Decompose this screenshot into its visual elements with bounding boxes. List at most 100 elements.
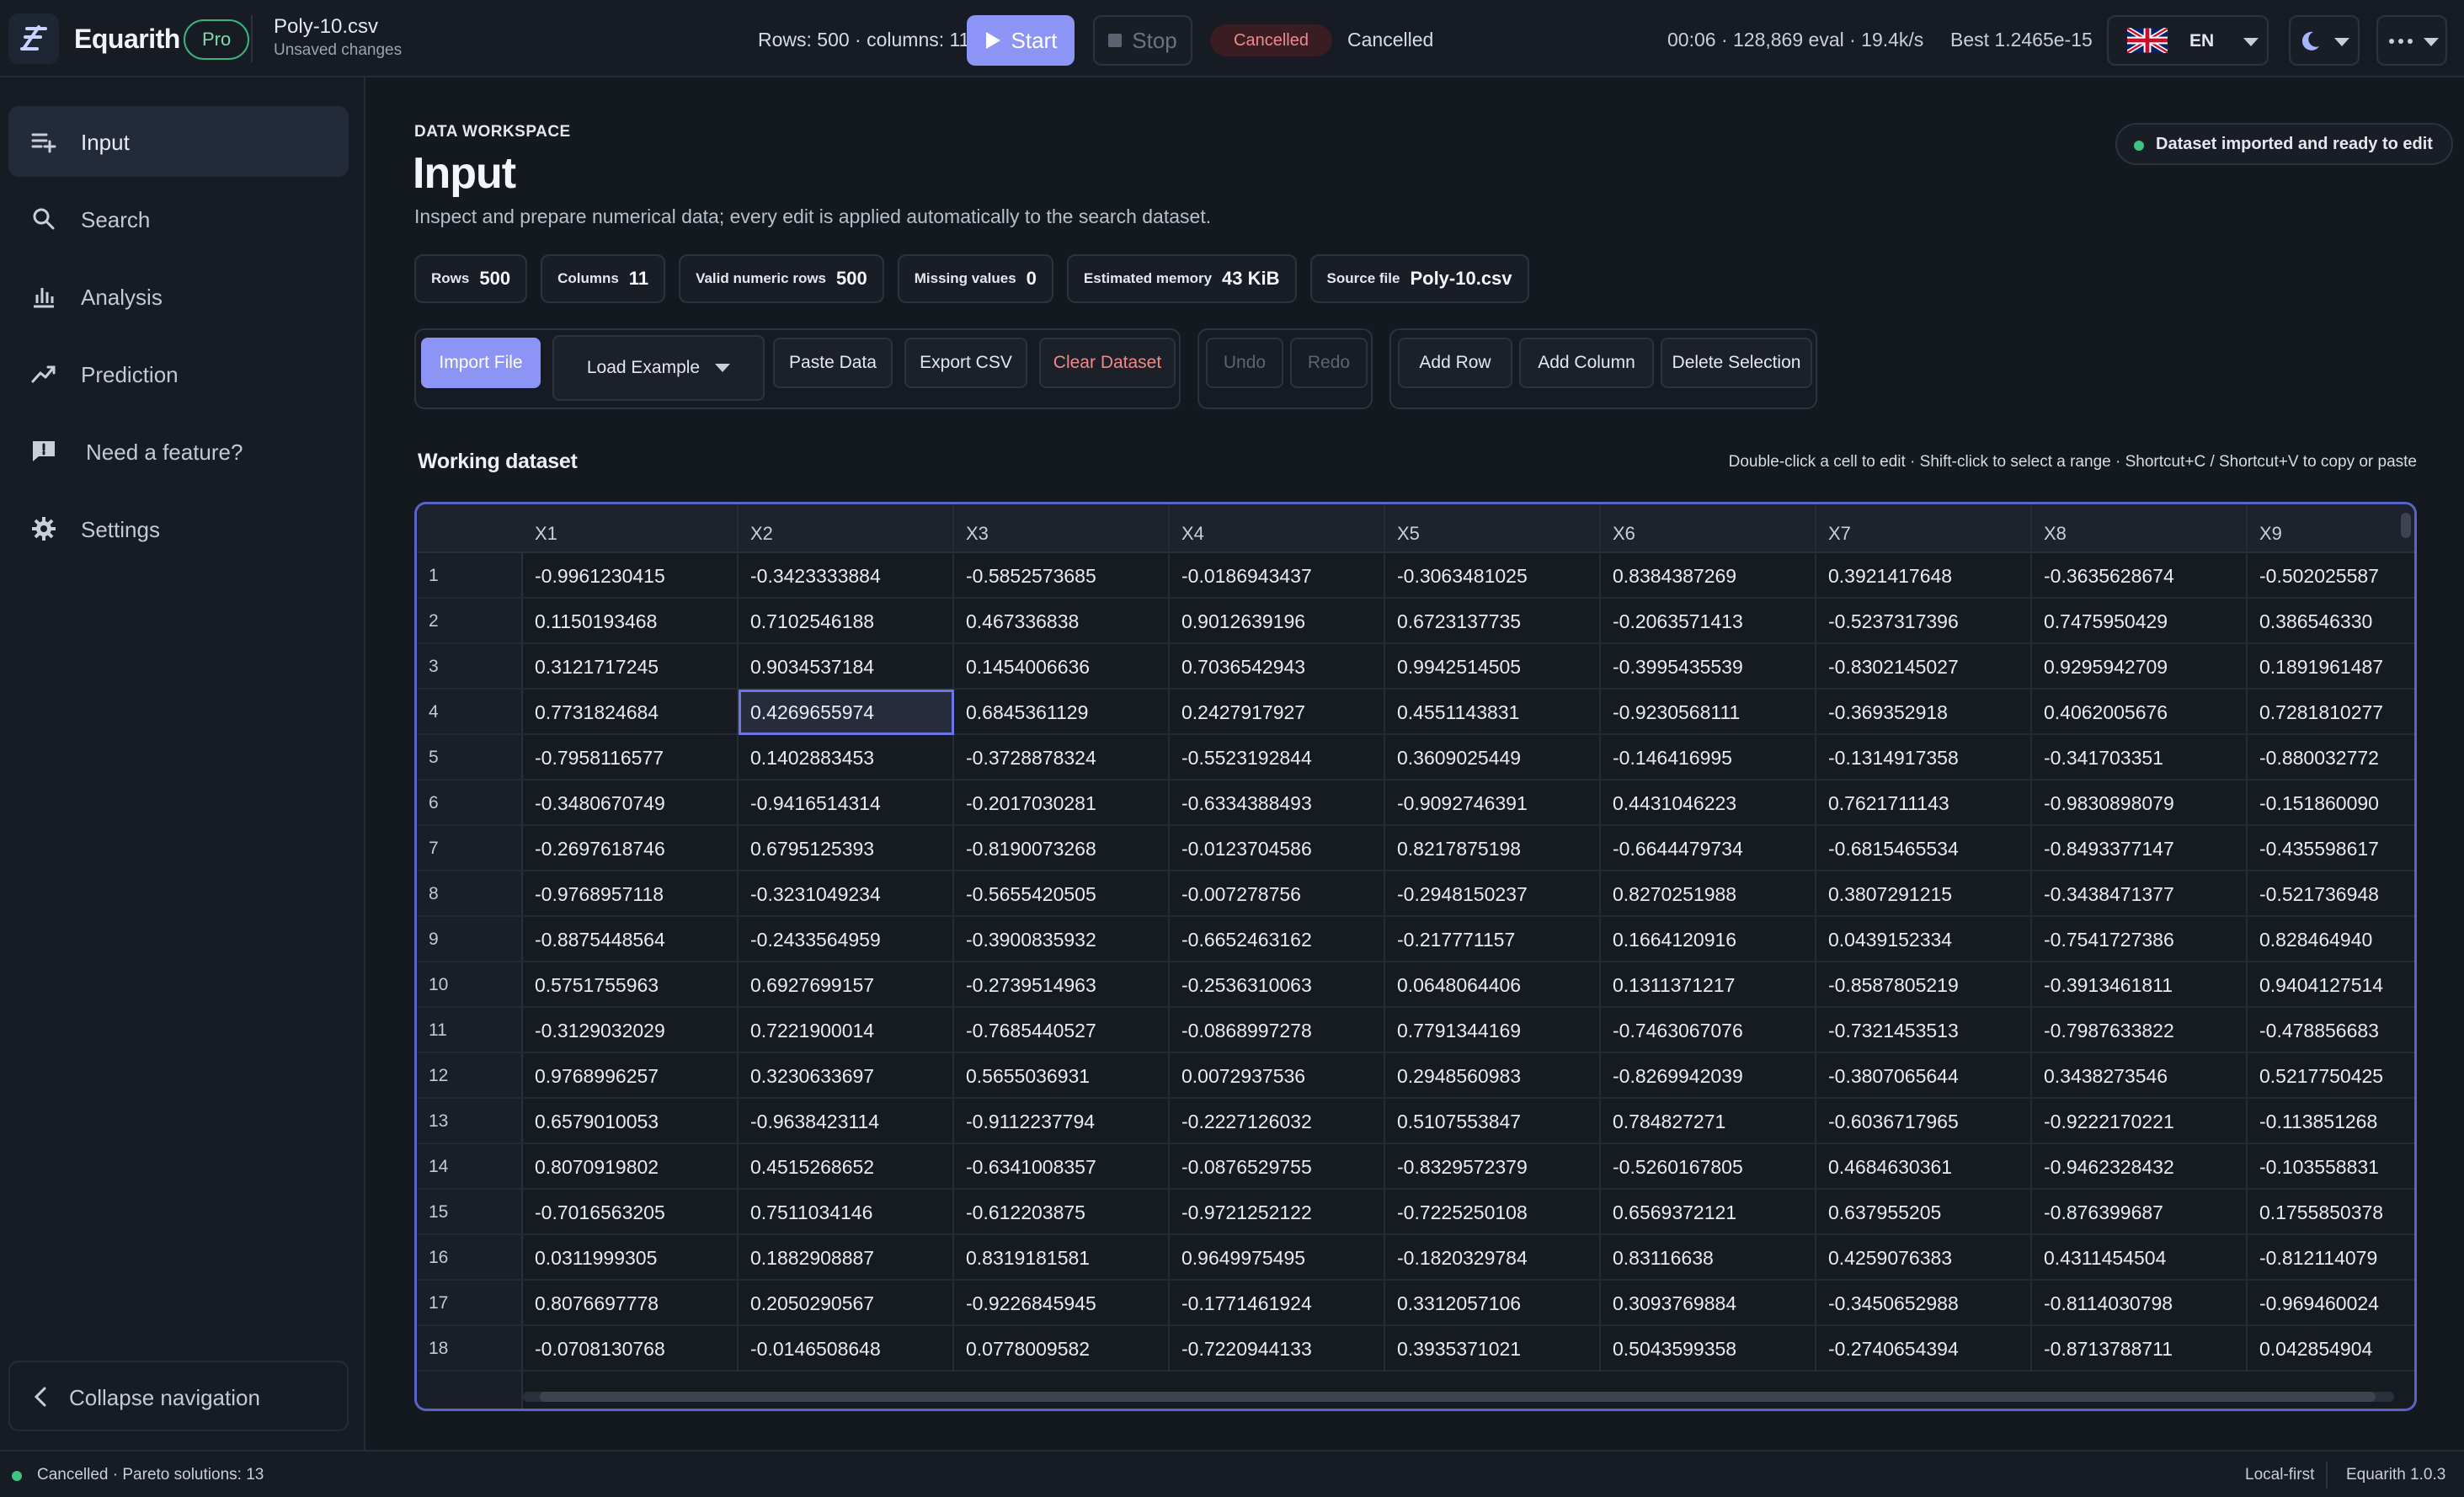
table-cell[interactable]: 0.4431046223 [1601, 780, 1816, 826]
sidebar-item-input[interactable]: Input [8, 106, 349, 177]
table-cell[interactable]: -0.9768957118 [523, 871, 739, 917]
row-number[interactable]: 8 [417, 871, 523, 917]
table-cell[interactable]: -0.0123704586 [1170, 826, 1385, 871]
table-cell[interactable]: 0.4269655974 [739, 690, 954, 735]
table-cell[interactable]: 0.3121717245 [523, 644, 739, 690]
table-cell[interactable]: -0.521736948 [2248, 871, 2414, 917]
table-cell[interactable]: 0.5217750425 [2248, 1053, 2414, 1099]
table-cell[interactable]: -0.0146508648 [739, 1326, 954, 1372]
table-cell[interactable]: -0.8875448564 [523, 917, 739, 962]
table-cell[interactable]: -0.2227126032 [1170, 1099, 1385, 1144]
row-number[interactable]: 18 [417, 1326, 523, 1372]
table-cell[interactable]: 0.4311454504 [2032, 1235, 2248, 1281]
table-cell[interactable]: -0.9230568111 [1601, 690, 1816, 735]
table-cell[interactable]: -0.5655420505 [954, 871, 1170, 917]
column-header[interactable]: X2 [739, 504, 954, 553]
column-header[interactable]: X4 [1170, 504, 1385, 553]
table-cell[interactable]: 0.7621711143 [1816, 780, 2032, 826]
table-cell[interactable]: -0.3450652988 [1816, 1281, 2032, 1326]
table-cell[interactable]: -0.7958116577 [523, 735, 739, 780]
table-cell[interactable]: -0.9092746391 [1385, 780, 1601, 826]
redo-button[interactable]: Redo [1290, 338, 1368, 388]
table-cell[interactable]: -0.2739514963 [954, 962, 1170, 1008]
table-cell[interactable]: -0.7220944133 [1170, 1326, 1385, 1372]
table-cell[interactable]: 0.6927699157 [739, 962, 954, 1008]
table-cell[interactable]: -0.9226845945 [954, 1281, 1170, 1326]
table-cell[interactable]: 0.7281810277 [2248, 690, 2414, 735]
table-cell[interactable]: 0.8076697778 [523, 1281, 739, 1326]
table-cell[interactable]: -0.151860090 [2248, 780, 2414, 826]
table-cell[interactable]: 0.3921417648 [1816, 553, 2032, 599]
add-row-button[interactable]: Add Row [1398, 338, 1512, 388]
row-number[interactable]: 6 [417, 780, 523, 826]
table-cell[interactable]: 0.6579010053 [523, 1099, 739, 1144]
table-cell[interactable]: 0.2050290567 [739, 1281, 954, 1326]
table-cell[interactable]: -0.8302145027 [1816, 644, 2032, 690]
table-cell[interactable]: 0.1891961487 [2248, 644, 2414, 690]
table-cell[interactable]: 0.9942514505 [1385, 644, 1601, 690]
table-cell[interactable]: -0.3807065644 [1816, 1053, 2032, 1099]
delete-selection-button[interactable]: Delete Selection [1661, 338, 1812, 388]
table-cell[interactable]: -0.969460024 [2248, 1281, 2414, 1326]
table-cell[interactable]: -0.478856683 [2248, 1008, 2414, 1053]
export-csv-button[interactable]: Export CSV [904, 338, 1027, 388]
table-cell[interactable]: 0.2948560983 [1385, 1053, 1601, 1099]
table-cell[interactable]: 0.1664120916 [1601, 917, 1816, 962]
table-cell[interactable]: 0.8319181581 [954, 1235, 1170, 1281]
table-cell[interactable]: -0.2433564959 [739, 917, 954, 962]
table-cell[interactable]: 0.3312057106 [1385, 1281, 1601, 1326]
table-cell[interactable]: 0.4684630361 [1816, 1144, 2032, 1190]
table-cell[interactable]: 0.3935371021 [1385, 1326, 1601, 1372]
load-example-dropdown[interactable]: Load Example [552, 335, 765, 401]
table-cell[interactable]: -0.7225250108 [1385, 1190, 1601, 1235]
table-cell[interactable]: -0.3995435539 [1601, 644, 1816, 690]
table-cell[interactable]: 0.9649975495 [1170, 1235, 1385, 1281]
table-cell[interactable]: 0.0072937536 [1170, 1053, 1385, 1099]
undo-button[interactable]: Undo [1206, 338, 1283, 388]
table-cell[interactable]: 0.7511034146 [739, 1190, 954, 1235]
table-cell[interactable]: 0.7221900014 [739, 1008, 954, 1053]
table-cell[interactable]: -0.7987633822 [2032, 1008, 2248, 1053]
table-cell[interactable]: -0.6644479734 [1601, 826, 1816, 871]
table-cell[interactable]: -0.103558831 [2248, 1144, 2414, 1190]
sidebar-item-feedback[interactable]: Need a feature? [8, 416, 349, 487]
table-cell[interactable]: 0.5655036931 [954, 1053, 1170, 1099]
sidebar-item-search[interactable]: Search [8, 184, 349, 254]
vertical-scrollbar[interactable] [2401, 513, 2411, 538]
table-cell[interactable]: 0.1402883453 [739, 735, 954, 780]
table-cell[interactable]: 0.0778009582 [954, 1326, 1170, 1372]
table-cell[interactable]: -0.9830898079 [2032, 780, 2248, 826]
table-cell[interactable]: -0.2536310063 [1170, 962, 1385, 1008]
table-cell[interactable]: 0.0648064406 [1385, 962, 1601, 1008]
table-cell[interactable]: 0.4551143831 [1385, 690, 1601, 735]
table-cell[interactable]: -0.3423333884 [739, 553, 954, 599]
table-cell[interactable]: 0.9768996257 [523, 1053, 739, 1099]
table-cell[interactable]: -0.6334388493 [1170, 780, 1385, 826]
language-select[interactable]: EN [2107, 15, 2269, 66]
table-cell[interactable]: -0.9462328432 [2032, 1144, 2248, 1190]
table-cell[interactable]: 0.7102546188 [739, 599, 954, 644]
table-cell[interactable]: -0.5523192844 [1170, 735, 1385, 780]
table-cell[interactable]: -0.3231049234 [739, 871, 954, 917]
table-cell[interactable]: 0.386546330 [2248, 599, 2414, 644]
stop-button[interactable]: Stop [1093, 15, 1192, 66]
table-cell[interactable]: -0.7685440527 [954, 1008, 1170, 1053]
table-cell[interactable]: 0.6723137735 [1385, 599, 1601, 644]
table-cell[interactable]: -0.8493377147 [2032, 826, 2248, 871]
table-cell[interactable]: -0.3900835932 [954, 917, 1170, 962]
table-cell[interactable]: 0.2427917927 [1170, 690, 1385, 735]
table-cell[interactable]: 0.637955205 [1816, 1190, 2032, 1235]
table-cell[interactable]: -0.0708130768 [523, 1326, 739, 1372]
row-number[interactable]: 5 [417, 735, 523, 780]
table-cell[interactable]: 0.4259076383 [1816, 1235, 2032, 1281]
table-cell[interactable]: -0.3728878324 [954, 735, 1170, 780]
table-cell[interactable]: -0.1314917358 [1816, 735, 2032, 780]
table-cell[interactable]: 0.7036542943 [1170, 644, 1385, 690]
clear-dataset-button[interactable]: Clear Dataset [1039, 338, 1176, 388]
table-cell[interactable]: -0.612203875 [954, 1190, 1170, 1235]
row-number[interactable]: 13 [417, 1099, 523, 1144]
table-cell[interactable]: -0.8269942039 [1601, 1053, 1816, 1099]
table-cell[interactable]: -0.2740654394 [1816, 1326, 2032, 1372]
table-cell[interactable]: 0.83116638 [1601, 1235, 1816, 1281]
table-cell[interactable]: -0.3635628674 [2032, 553, 2248, 599]
